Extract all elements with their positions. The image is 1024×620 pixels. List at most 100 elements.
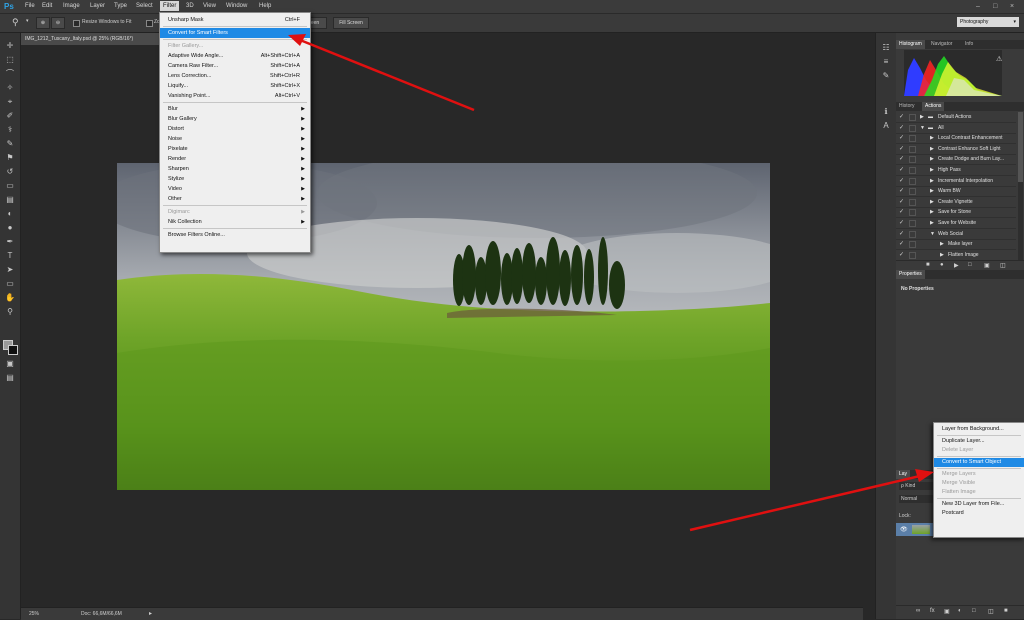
dialog-toggle-box[interactable] xyxy=(909,230,916,238)
menu-edit[interactable]: Edit xyxy=(42,3,52,9)
expand-right-icon[interactable]: ▶ xyxy=(930,218,934,228)
menu-help[interactable]: Help xyxy=(259,3,271,9)
action-row[interactable]: ✓ ▶ Contrast Enhance Soft Light xyxy=(896,144,1016,155)
menu-file[interactable]: File xyxy=(25,3,35,9)
blur-icon[interactable]: ◐ xyxy=(4,209,16,218)
dialog-toggle-box[interactable] xyxy=(909,124,916,132)
marquee-icon[interactable]: ⬚ xyxy=(4,55,16,64)
tab-histogram[interactable]: Histogram xyxy=(896,40,925,49)
tab-actions[interactable]: Actions xyxy=(922,102,945,111)
resize-windows-checkbox[interactable] xyxy=(73,20,80,27)
checkmark-icon[interactable]: ✓ xyxy=(899,188,904,194)
eyedropper-icon[interactable]: ✐ xyxy=(4,111,16,120)
expand-down-icon[interactable]: ▼ xyxy=(920,123,925,133)
dialog-toggle-box[interactable] xyxy=(909,251,916,259)
expand-right-icon[interactable]: ▶ xyxy=(930,144,934,154)
delete-layer-icon[interactable]: ■ xyxy=(1004,608,1008,614)
brush-icon[interactable]: ✎ xyxy=(4,139,16,148)
brush-presets-icon[interactable]: ✎ xyxy=(880,71,892,80)
action-row[interactable]: ✓ ▼ Web Social xyxy=(896,229,1016,240)
checkmark-icon[interactable]: ✓ xyxy=(899,209,904,215)
shape-icon[interactable]: ▭ xyxy=(4,279,16,288)
action-row[interactable]: ✓ ▶ Local Contrast Enhancement xyxy=(896,133,1016,145)
screen-mode-icon[interactable]: ▤ xyxy=(4,373,16,382)
lasso-icon[interactable]: ⌒ xyxy=(4,69,16,78)
visibility-eye-icon[interactable]: 👁 xyxy=(900,526,908,533)
dialog-toggle-box[interactable] xyxy=(909,145,916,153)
zoom-out-icon[interactable]: ⊖ xyxy=(51,17,65,29)
filter-menu-item[interactable]: Vanishing Point... Alt+Ctrl+V xyxy=(160,91,310,101)
menu-layer[interactable]: Layer xyxy=(90,3,105,9)
adjustment-layer-icon[interactable]: ◐ xyxy=(958,608,962,614)
quick-select-icon[interactable]: ✧ xyxy=(4,83,16,92)
filter-menu-item[interactable]: Lens Correction... Shift+Ctrl+R xyxy=(160,71,310,81)
action-row[interactable]: ✓ ▶ High Pass xyxy=(896,165,1016,176)
dialog-toggle-box[interactable] xyxy=(909,209,916,217)
warning-icon[interactable]: ⚠ xyxy=(996,55,1002,63)
filter-menu-item[interactable]: Blur Gallery ▶ xyxy=(160,114,310,124)
pen-icon[interactable]: ✒ xyxy=(4,237,16,246)
checkmark-icon[interactable]: ✓ xyxy=(899,220,904,226)
minimize-icon[interactable]: – xyxy=(976,3,980,10)
filter-menu-item[interactable]: Distort ▶ xyxy=(160,124,310,134)
tab-layers[interactable]: Lay xyxy=(896,470,911,479)
checkmark-icon[interactable]: ✓ xyxy=(899,156,904,162)
filter-menu-item[interactable]: Stylize ▶ xyxy=(160,174,310,184)
move-icon[interactable]: ✛ xyxy=(4,41,16,50)
checkmark-icon[interactable]: ✓ xyxy=(899,146,904,152)
menu-filter[interactable]: Filter xyxy=(160,1,180,11)
info-icon[interactable]: ℹ xyxy=(880,107,892,116)
filter-menu-item[interactable]: Render ▶ xyxy=(160,154,310,164)
action-row[interactable]: ✓ ▶ Create Dodge and Burn Lay... xyxy=(896,154,1016,166)
dialog-toggle-box[interactable] xyxy=(909,198,916,206)
actions-scrollbar[interactable] xyxy=(1018,112,1023,260)
background-color-swatch[interactable] xyxy=(8,345,18,355)
layer-menu-item[interactable]: Convert to Smart Object xyxy=(934,458,1024,467)
menu-select[interactable]: Select xyxy=(136,3,153,9)
record-icon[interactable]: ● xyxy=(940,262,944,268)
zoom-tool-icon[interactable]: ⚲ xyxy=(12,17,19,28)
path-select-icon[interactable]: ➤ xyxy=(4,265,16,274)
maximize-icon[interactable]: □ xyxy=(993,3,997,10)
action-row[interactable]: ✓ ▶ Save for Website xyxy=(896,218,1016,229)
crop-icon[interactable]: ⌖ xyxy=(4,97,16,106)
menu-type[interactable]: Type xyxy=(114,3,127,9)
expand-right-icon[interactable]: ▶ xyxy=(940,250,944,260)
expand-right-icon[interactable]: ▶ xyxy=(930,133,934,143)
menu-view[interactable]: View xyxy=(203,3,216,9)
expand-down-icon[interactable]: ▼ xyxy=(930,229,935,239)
sliders-icon[interactable]: ≡ xyxy=(880,57,892,66)
expand-right-icon[interactable]: ▶ xyxy=(930,154,934,164)
filter-menu-item[interactable]: Browse Filters Online... xyxy=(160,230,310,240)
play-icon[interactable]: ▶ xyxy=(954,262,959,269)
tab-navigator[interactable]: Navigator xyxy=(928,40,955,49)
action-row[interactable]: ✓ ▼ ▬ All xyxy=(896,123,1016,134)
layer-kind-filter[interactable]: ρ Kind xyxy=(899,482,935,490)
type-icon[interactable]: T xyxy=(4,251,16,260)
expand-right-icon[interactable]: ▶ xyxy=(930,207,934,217)
zoom-in-icon[interactable]: ⊕ xyxy=(36,17,50,29)
layer-menu-item[interactable]: Postcard xyxy=(934,509,1024,518)
dialog-toggle-box[interactable] xyxy=(909,188,916,196)
new-action-icon[interactable]: ▣ xyxy=(984,262,990,269)
fill-screen-button[interactable]: Fill Screen xyxy=(333,17,369,29)
filter-menu-item[interactable]: Adaptive Wide Angle... Alt+Shift+Ctrl+A xyxy=(160,51,310,61)
dialog-toggle-box[interactable] xyxy=(909,220,916,227)
gradient-icon[interactable]: ▤ xyxy=(4,195,16,204)
expand-right-icon[interactable]: ▶ xyxy=(930,165,934,175)
tab-properties[interactable]: Properties xyxy=(896,270,925,279)
zoom-all-windows-checkbox[interactable] xyxy=(146,20,153,27)
checkmark-icon[interactable]: ✓ xyxy=(899,231,904,237)
checkmark-icon[interactable]: ✓ xyxy=(899,252,904,258)
link-icon[interactable]: ∞ xyxy=(916,608,920,614)
filter-menu-item[interactable]: Video ▶ xyxy=(160,184,310,194)
filter-menu-item[interactable]: Sharpen ▶ xyxy=(160,164,310,174)
action-row[interactable]: ✓ ▶ Make layer xyxy=(896,239,1016,251)
dialog-toggle-box[interactable] xyxy=(909,114,916,121)
action-row[interactable]: ✓ ▶ Save for Stone xyxy=(896,207,1016,219)
dialog-toggle-box[interactable] xyxy=(909,241,916,249)
trash-icon[interactable]: ◫ xyxy=(1000,262,1006,269)
status-menu-arrow-icon[interactable]: ▸ xyxy=(149,610,152,617)
stop-icon[interactable]: ■ xyxy=(926,262,930,268)
checkmark-icon[interactable]: ✓ xyxy=(899,241,904,247)
